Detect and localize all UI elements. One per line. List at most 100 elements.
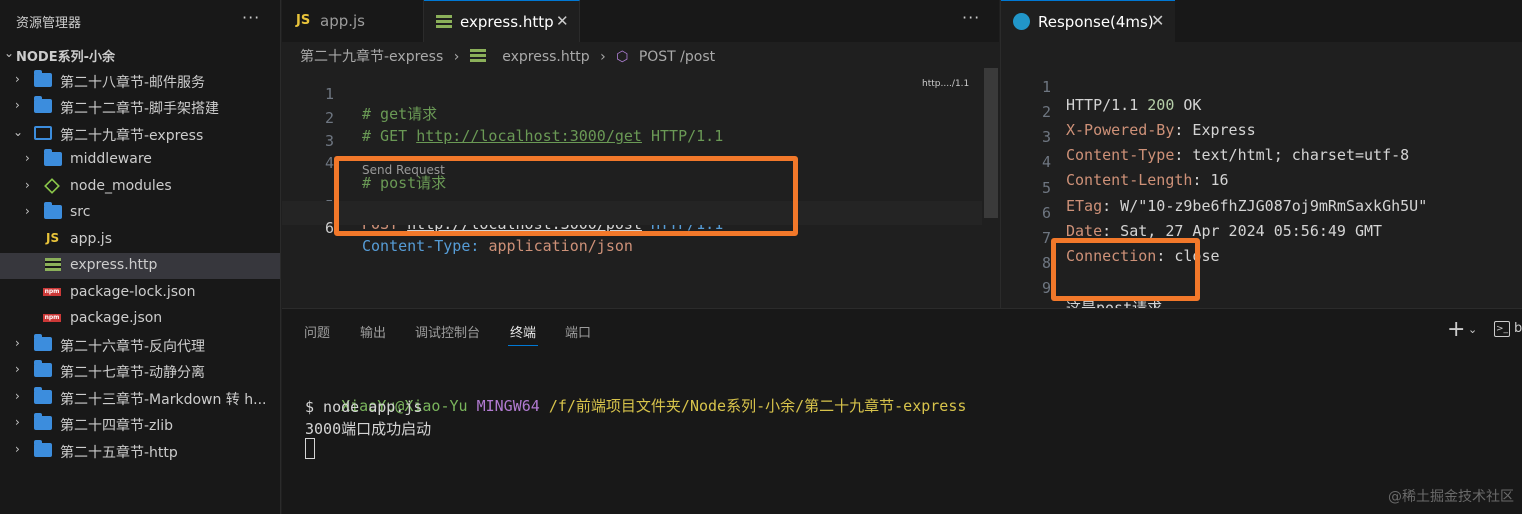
breadcrumb: 第二十九章节-express › express.http › ⬡ POST /…	[300, 46, 721, 66]
tree-item-label: package-lock.json	[70, 284, 196, 300]
tree-item-label: 第二十八章节-邮件服务	[60, 75, 206, 91]
http-file-icon	[45, 258, 63, 273]
tree-item-folder[interactable]: › 第二十二章节-脚手架搭建	[0, 94, 280, 120]
response-line: 7 Connection: close	[1001, 211, 1521, 265]
folder-icon	[34, 334, 52, 352]
terminal-name[interactable]: b	[1514, 321, 1522, 336]
folder-icon	[44, 149, 62, 167]
tree-item-label: app.js	[70, 231, 112, 247]
response-tabbar: Response(4ms) ✕	[1001, 0, 1522, 42]
minimap[interactable]: http..../1.1	[922, 79, 969, 89]
tree-item-label: 第二十二章节-脚手架搭建	[60, 101, 220, 117]
response-panel: Response(4ms) ✕ 1 HTTP/1.1 200 OK 2 X-Po…	[1000, 0, 1522, 317]
response-line: 6 Date: Sat, 27 Apr 2024 05:56:49 GMT	[1001, 186, 1521, 240]
chevron-right-icon: ›	[15, 72, 20, 86]
close-icon[interactable]: ✕	[556, 12, 569, 30]
tree-item-file[interactable]: npm package.json	[0, 306, 280, 332]
tree-item-label: express.http	[70, 257, 158, 273]
chevron-right-icon: ›	[15, 442, 20, 456]
folder-open-icon	[34, 126, 52, 141]
highlight-annotation	[1051, 238, 1200, 301]
tree-item-folder[interactable]: › 第二十三章节-Markdown 转 h...	[0, 385, 280, 411]
tree-item-file[interactable]: npm package-lock.json	[0, 280, 280, 306]
terminal-cursor[interactable]	[305, 438, 315, 459]
response-line: 5 ETag: W/"10-z9be6fhZJG087oj9mRmSaxkGh5…	[1001, 161, 1521, 215]
line-number: 6	[324, 219, 334, 237]
npm-icon: npm	[43, 314, 61, 322]
workspace-root[interactable]: ⌄ NODE系列-小余	[0, 42, 280, 68]
symbol-method-icon: ⬡	[616, 49, 629, 65]
editor-group: JS app.js express.http ✕ ··· 第二十九章节-expr…	[282, 0, 999, 308]
editor-tabbar: JS app.js express.http ✕ ···	[282, 0, 999, 42]
tab-debug-console[interactable]: 调试控制台	[415, 322, 480, 341]
breadcrumb-folder[interactable]: 第二十九章节-express	[300, 49, 443, 65]
response-line: 3 Content-Type: text/html; charset=utf-8	[1001, 110, 1521, 164]
terminal-icon[interactable]: >_	[1494, 321, 1510, 337]
tree-item-folder[interactable]: › 第二十八章节-邮件服务	[0, 68, 280, 94]
folder-icon	[34, 440, 52, 458]
tab-problems[interactable]: 问题	[304, 322, 330, 341]
header-name: Content-Type:	[362, 237, 489, 255]
tree-item-label: package.json	[70, 310, 163, 326]
header-value: application/json	[488, 237, 633, 255]
folder-icon	[34, 387, 52, 405]
tree-item-file[interactable]: JS app.js	[0, 227, 280, 253]
chevron-right-icon: ›	[15, 362, 20, 376]
tab-ports[interactable]: 端口	[565, 322, 591, 341]
tree-item-label: 第二十五章节-http	[60, 445, 178, 461]
breadcrumb-symbol[interactable]: POST /post	[639, 49, 715, 65]
tree-item-folder[interactable]: › 第二十七章节-动静分离	[0, 358, 280, 384]
folder-icon	[34, 360, 52, 378]
tab-app-js[interactable]: JS app.js	[282, 0, 424, 42]
more-actions-icon[interactable]: ···	[242, 8, 260, 27]
terminal-output: 3000端口成功启动	[305, 420, 432, 438]
javascript-icon: JS	[296, 13, 311, 28]
response-line: 4 Content-Length: 16	[1001, 135, 1521, 189]
tree-item-file-selected[interactable]: express.http	[0, 253, 280, 279]
folder-icon	[34, 413, 52, 431]
tab-label: app.js	[320, 12, 365, 30]
terminal-command: $ node app.js	[305, 398, 423, 416]
chevron-right-icon: ›	[600, 49, 606, 65]
tree-item-folder[interactable]: › src	[0, 200, 280, 226]
tree-item-folder[interactable]: › node_modules	[0, 174, 280, 200]
tree-item-folder[interactable]: › 第二十六章节-反向代理	[0, 332, 280, 358]
tab-output[interactable]: 输出	[360, 322, 386, 341]
folder-icon	[34, 70, 52, 88]
editor-scrollbar[interactable]	[984, 68, 998, 218]
active-tab-indicator	[508, 345, 538, 346]
code-line[interactable]: 3	[282, 114, 982, 150]
code-line[interactable]: 2 # GET http://localhost:3000/get HTTP/1…	[282, 91, 982, 145]
close-icon[interactable]: ✕	[1151, 11, 1164, 30]
tab-terminal[interactable]: 终端	[510, 322, 536, 341]
explorer-sidebar: 资源管理器 ··· ⌄ NODE系列-小余 › 第二十八章节-邮件服务 › 第二…	[0, 0, 281, 514]
breadcrumb-file[interactable]: express.http	[502, 49, 589, 65]
tree-item-label: 第二十六章节-反向代理	[60, 339, 206, 355]
header-line: Content-Type: application/json	[362, 237, 633, 255]
http-file-icon	[469, 49, 492, 62]
chevron-right-icon: ›	[25, 151, 30, 165]
tree-item-label: 第二十四章节-zlib	[60, 418, 174, 434]
tree-item-folder[interactable]: › middleware	[0, 147, 280, 173]
terminal-shell: MINGW64	[476, 397, 540, 415]
tree-item-folder[interactable]: › 第二十四章节-zlib	[0, 411, 280, 437]
chevron-right-icon: ›	[15, 98, 20, 112]
http-file-icon	[436, 15, 452, 28]
tab-label: express.http	[460, 13, 554, 31]
folder-icon	[44, 202, 62, 220]
chevron-right-icon: ›	[15, 389, 20, 403]
tab-response[interactable]: Response(4ms) ✕	[1001, 0, 1175, 42]
line-number: 4	[324, 154, 334, 172]
tab-express-http[interactable]: express.http ✕	[424, 0, 580, 42]
tree-item-folder[interactable]: › 第二十五章节-http	[0, 438, 280, 464]
bottom-panel: 问题 输出 调试控制台 终端 端口 + ⌄ >_ b XiaoYu@Xiao-Y…	[282, 308, 1522, 514]
explorer-title: 资源管理器	[16, 16, 82, 31]
tree-item-folder-open[interactable]: ⌄ 第二十九章节-express	[0, 121, 280, 147]
chevron-down-icon: ⌄	[13, 125, 24, 139]
chevron-down-icon[interactable]: ⌄	[1468, 323, 1477, 336]
more-actions-icon[interactable]: ···	[962, 8, 980, 27]
folder-icon	[34, 96, 52, 114]
chevron-right-icon: ›	[453, 49, 460, 65]
code-line[interactable]: 1 # get请求	[282, 67, 982, 123]
add-terminal-icon[interactable]: +	[1447, 317, 1465, 342]
